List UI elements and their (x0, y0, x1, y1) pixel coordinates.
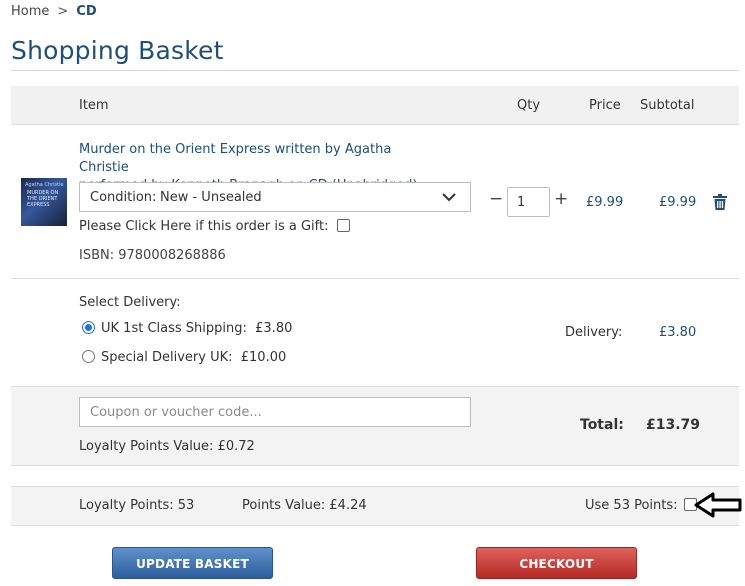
condition-select[interactable]: Condition: New - Unsealed (79, 182, 471, 212)
loyalty-points: Loyalty Points: 53 (79, 498, 194, 513)
use-points-option: Use 53 Points: (585, 498, 697, 513)
delivery-option-price: £10.00 (240, 350, 287, 365)
gift-checkbox[interactable] (336, 219, 350, 232)
row-divider (11, 278, 739, 279)
header-qty: Qty (517, 98, 541, 113)
product-title-line-1: Murder on the Orient Express written by … (79, 142, 392, 175)
breadcrumb-current: CD (76, 4, 97, 19)
points-value: Points Value: £4.24 (242, 498, 367, 513)
page-title: Shopping Basket (11, 36, 224, 65)
pointer-arrow-icon (694, 492, 742, 518)
loyalty-points-value: Loyalty Points Value: £0.72 (79, 439, 255, 454)
loyalty-points-label: Loyalty Points: (79, 498, 174, 513)
condition-label: Condition: (90, 190, 157, 205)
chevron-down-icon (442, 193, 456, 202)
delivery-label: Delivery: (565, 325, 623, 340)
breadcrumb: Home > CD (11, 4, 97, 19)
loyalty-value-label: Loyalty Points Value: (79, 439, 214, 454)
trash-icon[interactable] (713, 194, 727, 210)
total-label: Total: (580, 417, 624, 433)
radio-selected[interactable] (82, 321, 95, 334)
total-value: £13.79 (646, 417, 701, 433)
condition-value: New - Unsealed (160, 190, 262, 205)
qty-input[interactable]: 1 (507, 187, 550, 217)
qty-decrease-button[interactable]: − (489, 189, 503, 209)
points-value-label: Points Value: (242, 498, 326, 513)
loyalty-value-amount: £0.72 (217, 439, 255, 454)
header-subtotal: Subtotal (640, 98, 695, 113)
qty-increase-button[interactable]: + (554, 189, 568, 209)
basket-table-header: Item Qty Price Subtotal (11, 86, 739, 125)
breadcrumb-separator: > (57, 4, 69, 19)
gift-option: Please Click Here if this order is a Gif… (79, 219, 350, 234)
delivery-option-first-class[interactable]: UK 1st Class Shipping: £3.80 (82, 321, 292, 336)
product-cover-image[interactable]: Agatha Christie MURDER ON THE ORIENT EXP… (21, 178, 67, 226)
isbn-text: ISBN: 9780008268886 (79, 248, 226, 263)
delivery-option-name: Special Delivery UK: (101, 350, 233, 365)
breadcrumb-home-link[interactable]: Home (11, 4, 49, 19)
delivery-option-special[interactable]: Special Delivery UK: £10.00 (82, 350, 286, 365)
delivery-option-price: £3.80 (255, 321, 293, 336)
coupon-input[interactable] (79, 397, 471, 427)
update-basket-button[interactable]: UPDATE BASKET (112, 547, 273, 579)
header-price: Price (589, 98, 621, 113)
cover-author-text: Agatha Christie (25, 182, 64, 188)
cover-title-text: MURDER ON THE ORIENT EXPRESS (27, 190, 59, 208)
delivery-value: £3.80 (659, 325, 697, 340)
use-points-label: Use 53 Points: (585, 498, 678, 513)
gift-label: Please Click Here if this order is a Gif… (79, 219, 329, 234)
item-subtotal: £9.99 (659, 195, 697, 210)
checkout-button[interactable]: CHECKOUT (476, 547, 637, 579)
loyalty-points-count: 53 (177, 498, 195, 513)
radio-unselected[interactable] (82, 350, 95, 363)
points-value-amount: £4.24 (329, 498, 367, 513)
header-item: Item (79, 98, 109, 113)
title-divider (11, 70, 739, 71)
item-price: £9.99 (586, 195, 624, 210)
delivery-option-name: UK 1st Class Shipping: (101, 321, 247, 336)
delivery-title: Select Delivery: (79, 295, 181, 310)
